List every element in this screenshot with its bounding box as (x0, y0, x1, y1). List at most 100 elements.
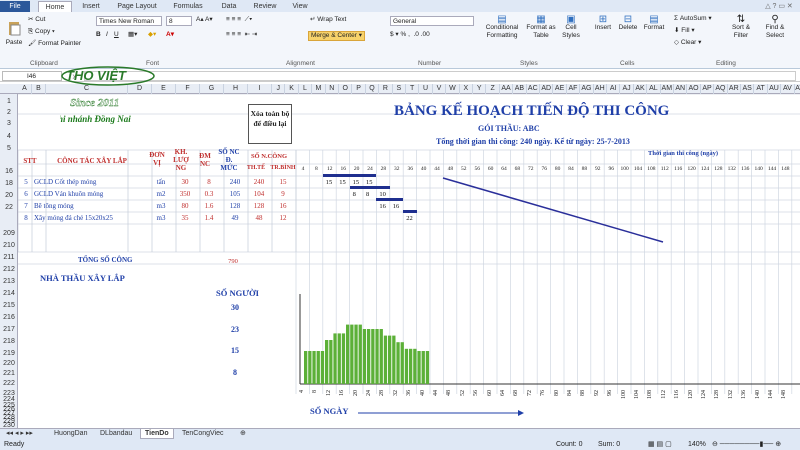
row-header: 22 (5, 204, 13, 211)
format-as-table-button[interactable]: ▦ Format as Table (526, 14, 556, 40)
histogram-bar (341, 333, 346, 384)
row-header: 216 (3, 314, 15, 321)
tab-insert[interactable]: Insert (76, 1, 106, 12)
sort-filter-button[interactable]: ⇅ Sort & Filter (726, 15, 756, 40)
bold-button[interactable]: B (96, 31, 101, 39)
column-header: AE (553, 84, 567, 94)
add-sheet-icon[interactable]: ⊕ (236, 429, 250, 439)
merge-center-button[interactable]: Merge & Center ▾ (308, 31, 365, 41)
table-icon: ▦ (536, 14, 546, 25)
x-tick-label: 16 (339, 390, 346, 396)
histogram-bar (337, 333, 341, 384)
font-color-icon[interactable]: A▾ (166, 31, 174, 39)
column-header: AQ (714, 84, 728, 94)
borders-icon[interactable]: ▦▾ (128, 31, 137, 39)
column-header: Q (366, 84, 380, 94)
zoom-slider[interactable]: ⊖ ────────▮── ⊕ (712, 439, 781, 450)
sheet-nav-arrows[interactable]: ◂◂ ◂ ▸ ▸▸ (2, 429, 37, 439)
name-box[interactable]: I46 (2, 71, 62, 81)
font-size-select[interactable]: 8 (166, 16, 192, 26)
column-header: AB (513, 84, 527, 94)
cell-styles-button[interactable]: ▣ Cell Styles (558, 14, 584, 40)
align-top-icons[interactable]: ≡ ≡ ≡ ⟋▾ (226, 16, 252, 24)
font-name-select[interactable]: Times New Roman (96, 16, 162, 26)
histogram-bar (354, 324, 358, 384)
column-header: AV (781, 84, 795, 94)
zoom-level: 140% (688, 441, 706, 448)
tab-formulas[interactable]: Formulas (168, 1, 208, 12)
alignment-group-label: Alignment (286, 60, 315, 67)
histogram-bar (383, 335, 388, 384)
column-header: AI (607, 84, 621, 94)
number-format-select[interactable]: General (390, 16, 474, 26)
view-buttons[interactable]: ▦ ▤ ▢ (648, 439, 672, 450)
formula-input[interactable] (84, 71, 796, 81)
fill-color-icon[interactable]: ◆▾ (148, 31, 156, 39)
underline-button[interactable]: U (114, 31, 119, 39)
paste-button[interactable]: Paste (4, 20, 24, 46)
x-tick-label: 80 (553, 390, 560, 396)
x-tick-label: 148 (781, 390, 788, 399)
copy-button[interactable]: ⎘ Copy ▾ (28, 28, 55, 36)
cut-button[interactable]: ✂ Cut (28, 16, 45, 24)
row-header: 217 (3, 326, 15, 333)
column-header: AR (728, 84, 741, 94)
column-header: AO (687, 84, 701, 94)
column-header: AL (647, 84, 661, 94)
row-header: 215 (3, 302, 15, 309)
brush-icon: 🖌 (28, 40, 37, 47)
column-header: S (393, 84, 406, 94)
x-tick-label: 104 (634, 390, 640, 399)
font-grow-shrink[interactable]: A▴ A▾ (196, 16, 213, 24)
column-header: M (312, 84, 326, 94)
histogram-bar (409, 348, 413, 384)
format-cells-button[interactable]: ▤ Format (642, 15, 666, 32)
tab-home[interactable]: Home (38, 1, 72, 12)
column-header: AP (701, 84, 715, 94)
histogram-bar (371, 329, 375, 384)
tab-file[interactable]: File (0, 1, 30, 12)
row-header: 5 (7, 145, 11, 152)
cell-styles-icon: ▣ (566, 14, 576, 25)
column-header: AM (661, 84, 674, 94)
sheet-tab-huongdan[interactable]: HuongDan (50, 429, 91, 439)
worksheet[interactable]: Xóa toàn bộ để điều lại BẢNG KẾ HOẠCH TI… (18, 94, 800, 428)
tab-view[interactable]: View (286, 1, 314, 12)
row-header: 16 (5, 168, 13, 175)
italic-button[interactable]: I (106, 31, 108, 39)
tab-page-layout[interactable]: Page Layout (112, 1, 162, 12)
insert-cells-button[interactable]: ⊞ Insert (592, 15, 614, 32)
column-header: I (248, 84, 272, 94)
find-select-button[interactable]: ⚲ Find & Select (758, 15, 792, 40)
row-header: 222 (3, 380, 15, 387)
column-header: AH (594, 84, 607, 94)
autosum-button[interactable]: Σ AutoSum ▾ (674, 15, 712, 23)
row-header: 210 (3, 242, 15, 249)
x-tick-label: 28 (379, 390, 386, 396)
x-tick-label: 92 (593, 390, 600, 396)
conditional-formatting-button[interactable]: ▤ Conditional Formatting (480, 15, 524, 40)
histogram-bar (316, 351, 320, 384)
column-header: X (460, 84, 473, 94)
histogram-bar (329, 340, 333, 384)
window-controls[interactable]: △ ? ▭ ✕ (760, 1, 798, 12)
align-left-icons[interactable]: ≡ ≡ ≡ ⇤ ⇥ (226, 31, 257, 39)
number-format-icons[interactable]: $ ▾ % , .0 .00 (390, 31, 430, 39)
sheet-tab-tiendo[interactable]: TienDo (140, 429, 174, 439)
x-tick-label: 20 (352, 390, 359, 396)
wrap-text-button[interactable]: ↵ Wrap Text (310, 16, 346, 24)
sheet-tab-tencongviec[interactable]: TenCongViec (178, 429, 228, 439)
row-header: 4 (7, 133, 11, 140)
row-headers: 1 2 3 4 5 16 18 20 22 209 210 211 212 213 214 215 216 217… (0, 94, 18, 429)
column-header: AA (500, 84, 514, 94)
delete-cells-button[interactable]: ⊟ Delete (616, 15, 640, 32)
format-painter-button[interactable]: 🖌 Format Painter (28, 40, 81, 48)
x-tick-label: 108 (647, 390, 654, 399)
tab-review[interactable]: Review (248, 1, 282, 12)
row-header: 1 (7, 98, 11, 105)
row-header: 221 (3, 370, 15, 377)
sheet-tab-dlbandau[interactable]: DLbandau (96, 429, 136, 439)
tab-data[interactable]: Data (214, 1, 244, 12)
fill-button[interactable]: ⬇ Fill ▾ (674, 27, 695, 35)
clear-button[interactable]: ◇ Clear ▾ (674, 39, 701, 47)
